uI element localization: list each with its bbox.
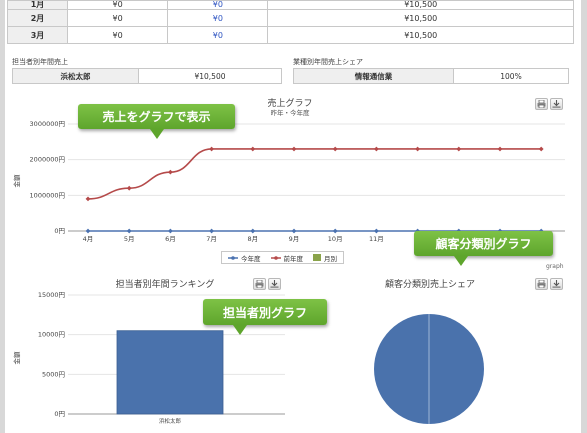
print-button[interactable] <box>535 98 548 110</box>
data-point <box>332 146 338 152</box>
y-tick-label: 0円 <box>54 227 65 235</box>
x-tick-label: 10月 <box>328 235 343 243</box>
pie-chart-title: 顧客分類別売上シェア <box>384 280 475 290</box>
x-tick-label: 浜松太郎 <box>159 417 182 425</box>
industry-share-row: 情報通信業 100% <box>293 68 569 84</box>
x-tick-label: 11月 <box>369 235 384 243</box>
y-tick-label: 1000000円 <box>30 191 65 199</box>
pie-print-button[interactable] <box>535 278 548 290</box>
legend-label-current: 今年度 <box>241 254 261 263</box>
legend-marker-monthly <box>313 254 321 261</box>
x-tick-label: 9月 <box>289 235 300 243</box>
callout-tail <box>454 256 468 266</box>
legend-marker-previous <box>270 255 281 260</box>
data-point <box>209 146 214 152</box>
table-row: 1月 ¥0 ¥0 ¥10,500 <box>7 0 574 10</box>
data-point <box>250 228 256 234</box>
legend-label-monthly: 月別 <box>324 254 337 263</box>
data-point <box>85 196 91 202</box>
line-y-axis-label: 金額 <box>12 174 21 188</box>
x-tick-label: 5月 <box>124 235 135 243</box>
legend-item-monthly[interactable]: 月別 <box>313 253 337 263</box>
legend-marker-current <box>228 255 238 260</box>
data-point <box>250 146 256 152</box>
callout-staff-graph: 担当者別グラフ <box>203 299 327 335</box>
print-icon <box>537 280 546 288</box>
download-icon <box>552 100 561 108</box>
monthly-sales-table: 1月 ¥0 ¥0 ¥10,500 2月 ¥0 ¥0 ¥10,500 3月 ¥0 … <box>7 0 574 44</box>
industry-name: 情報通信業 <box>294 69 454 83</box>
industry-share-title: 業種別年間売上シェア <box>293 58 363 66</box>
y-tick-label: 0円 <box>54 410 65 418</box>
sales-line-chart: 金額 0円 1000000円 2000000円 3000000円 4月 5月 6月 7月 8月 9… <box>12 120 565 243</box>
callout-customer-graph-text: 顧客分類別グラフ <box>435 237 532 251</box>
line-chart-legend: 今年度 前年度 月別 <box>221 251 344 264</box>
industry-share-value: 100% <box>500 71 522 81</box>
callout-customer-graph: 顧客分類別グラフ <box>414 231 553 266</box>
staff-sales-row: 浜松太郎 ¥10,500 <box>12 68 282 84</box>
download-button[interactable] <box>550 98 563 110</box>
x-tick-label: 8月 <box>247 235 258 243</box>
callout-sales-graph: 売上をグラフで表示 <box>78 104 235 139</box>
data-point <box>126 228 132 234</box>
print-icon <box>255 280 264 288</box>
data-point <box>209 228 214 234</box>
bar <box>116 330 224 415</box>
staff-sales-title: 担当者別年間売上 <box>12 58 68 66</box>
data-point <box>291 228 297 234</box>
data-point <box>497 146 503 152</box>
table-row: 2月 ¥0 ¥0 ¥10,500 <box>7 9 574 27</box>
legend-label-previous: 前年度 <box>283 254 304 263</box>
data-point <box>291 146 297 152</box>
y-tick-label: 3000000円 <box>30 120 65 128</box>
customer-share-pie-chart <box>374 314 484 424</box>
y-tick-label: 5000円 <box>42 370 65 378</box>
data-point <box>538 146 544 152</box>
download-icon <box>270 280 279 288</box>
download-icon <box>552 280 561 288</box>
data-point <box>456 146 462 152</box>
staff-name: 浜松太郎 <box>13 69 139 83</box>
y-tick-label: 10000円 <box>38 331 65 339</box>
x-tick-label: 4月 <box>83 235 94 243</box>
data-point <box>332 228 338 234</box>
data-point <box>168 169 173 175</box>
x-tick-label: 6月 <box>165 235 176 243</box>
data-point <box>85 228 91 234</box>
callout-tail <box>233 325 247 335</box>
y-tick-label: 15000円 <box>38 291 65 299</box>
callout-staff-graph-text: 担当者別グラフ <box>222 305 307 320</box>
data-point <box>374 146 379 152</box>
bar-y-axis-label: 金額 <box>12 351 21 365</box>
data-point <box>126 185 132 191</box>
data-point <box>415 146 420 152</box>
data-point <box>168 228 173 234</box>
series-line-1 <box>87 148 542 200</box>
x-tick-label: 7月 <box>206 235 217 243</box>
table-row: 3月 ¥0 ¥0 ¥10,500 <box>7 26 574 44</box>
data-point <box>374 228 379 234</box>
print-icon <box>537 100 546 108</box>
pie-download-button[interactable] <box>550 278 563 290</box>
callout-tail <box>150 129 164 139</box>
legend-item-current[interactable]: 今年度 <box>228 253 261 263</box>
y-tick-label: 2000000円 <box>30 156 65 164</box>
legend-item-previous[interactable]: 前年度 <box>270 253 304 263</box>
callout-sales-graph-text: 売上をグラフで表示 <box>102 110 211 124</box>
chart-credit: graph <box>546 263 564 270</box>
staff-sales-value: ¥10,500 <box>194 71 226 81</box>
